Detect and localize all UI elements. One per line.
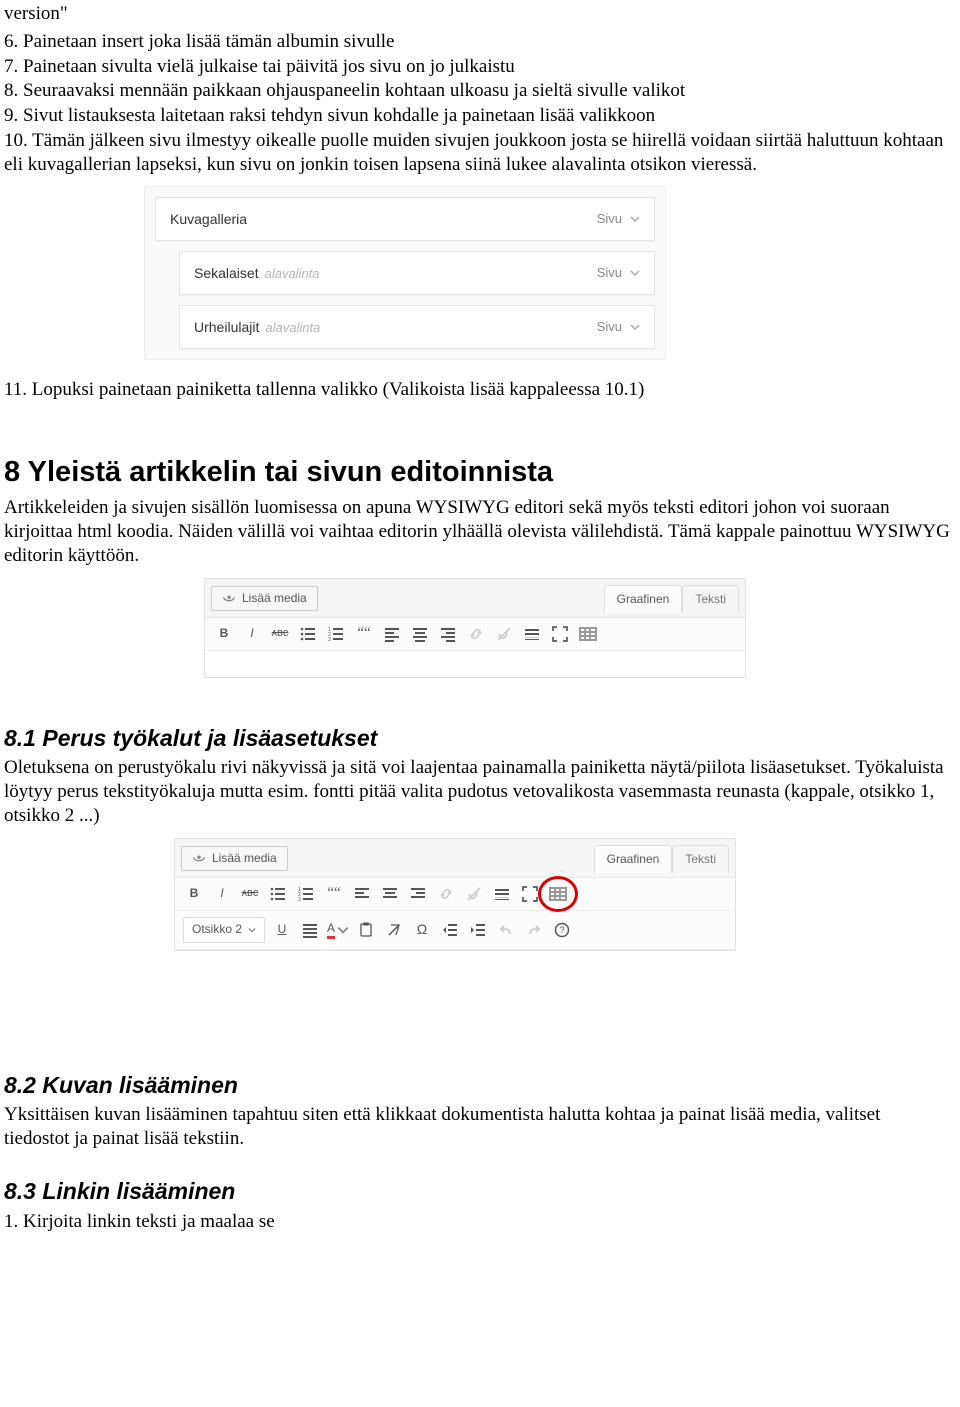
menu-item-row[interactable]: Urheilulajit alavalinta Sivu bbox=[179, 305, 655, 349]
menu-item-name: Urheilulajit bbox=[194, 319, 259, 337]
indent-button[interactable] bbox=[467, 920, 489, 940]
menu-item-name: Kuvagalleria bbox=[170, 211, 247, 229]
redo-button[interactable] bbox=[523, 920, 545, 940]
chevron-down-icon bbox=[630, 322, 640, 332]
svg-text:3: 3 bbox=[298, 897, 301, 902]
more-button[interactable] bbox=[491, 884, 513, 904]
align-center-button[interactable] bbox=[409, 624, 431, 644]
add-media-label: Lisää media bbox=[212, 851, 277, 866]
italic-button[interactable]: I bbox=[211, 884, 233, 904]
chevron-down-icon bbox=[630, 268, 640, 278]
heading-8-1: 8.1 Perus työkalut ja lisäasetukset bbox=[4, 724, 950, 753]
paragraph: Yksittäisen kuvan lisääminen tapahtuu si… bbox=[4, 1103, 950, 1151]
unlink-button[interactable] bbox=[463, 884, 485, 904]
ol-button[interactable]: 123 bbox=[325, 624, 347, 644]
align-center-button[interactable] bbox=[379, 884, 401, 904]
help-button[interactable]: ? bbox=[551, 920, 573, 940]
type-label: Sivu bbox=[597, 211, 622, 227]
italic-button[interactable]: I bbox=[241, 624, 263, 644]
editor-toolbar: B I ᴀʙᴄ 123 ““ bbox=[205, 618, 745, 651]
fullscreen-button[interactable] bbox=[549, 624, 571, 644]
menu-item-row[interactable]: Sekalaiset alavalinta Sivu bbox=[179, 251, 655, 295]
editor-toolbar-row2: Otsikko 2 U A Ω ? bbox=[175, 911, 735, 950]
strike-button[interactable]: ᴀʙᴄ bbox=[239, 884, 261, 904]
svg-text:?: ? bbox=[560, 925, 565, 935]
unlink-button[interactable] bbox=[493, 624, 515, 644]
editor-screenshot: Lisää media Graafinen Teksti B I ᴀʙᴄ 123… bbox=[204, 578, 746, 678]
menu-item-type[interactable]: Sivu bbox=[597, 265, 640, 281]
strike-button[interactable]: ᴀʙᴄ bbox=[269, 624, 291, 644]
tab-text[interactable]: Teksti bbox=[682, 585, 739, 613]
align-left-button[interactable] bbox=[351, 884, 373, 904]
grid-icon bbox=[579, 627, 597, 641]
link-button[interactable] bbox=[465, 624, 487, 644]
clear-format-button[interactable] bbox=[383, 920, 405, 940]
list-item: 7. Painetaan sivulta vielä julkaise tai … bbox=[4, 55, 950, 79]
align-right-button[interactable] bbox=[437, 624, 459, 644]
heading-8-2: 8.2 Kuvan lisääminen bbox=[4, 1071, 950, 1100]
align-right-button[interactable] bbox=[407, 884, 429, 904]
menu-item-row[interactable]: Kuvagalleria Sivu bbox=[155, 197, 655, 241]
paste-text-button[interactable] bbox=[355, 920, 377, 940]
justify-button[interactable] bbox=[299, 920, 321, 940]
menu-item-type[interactable]: Sivu bbox=[597, 319, 640, 335]
menu-item-subtype: alavalinta bbox=[265, 320, 320, 336]
underline-button[interactable]: U bbox=[271, 920, 293, 940]
list-item: 10. Tämän jälkeen sivu ilmestyy oikealle… bbox=[4, 129, 950, 177]
add-media-label: Lisää media bbox=[242, 591, 307, 606]
svg-text:3: 3 bbox=[328, 637, 331, 642]
type-label: Sivu bbox=[597, 265, 622, 281]
paragraph: Artikkeleiden ja sivujen sisällön luomis… bbox=[4, 496, 950, 567]
ul-button[interactable] bbox=[297, 624, 319, 644]
text-color-button[interactable]: A bbox=[327, 920, 349, 940]
type-label: Sivu bbox=[597, 319, 622, 335]
list-item: 9. Sivut listauksesta laitetaan raksi te… bbox=[4, 104, 950, 128]
heading-8-3: 8.3 Linkin lisääminen bbox=[4, 1177, 950, 1206]
editor-canvas[interactable] bbox=[205, 651, 745, 677]
heading-8: 8 Yleistä artikkelin tai sivun editoinni… bbox=[4, 454, 950, 490]
tab-visual[interactable]: Graafinen bbox=[594, 845, 673, 873]
list-item: 11. Lopuksi painetaan painiketta tallenn… bbox=[4, 378, 950, 402]
bold-button[interactable]: B bbox=[183, 884, 205, 904]
editor-toolbar-row1: B I ᴀʙᴄ 123 ““ bbox=[175, 878, 735, 911]
more-button[interactable] bbox=[521, 624, 543, 644]
chevron-down-icon bbox=[337, 922, 349, 938]
media-icon bbox=[222, 592, 236, 606]
tab-visual[interactable]: Graafinen bbox=[604, 585, 683, 613]
special-char-button[interactable]: Ω bbox=[411, 920, 433, 940]
bold-button[interactable]: B bbox=[213, 624, 235, 644]
editor-screenshot-expanded: Lisää media Graafinen Teksti B I ᴀʙᴄ 123… bbox=[174, 838, 736, 951]
quote-button[interactable]: ““ bbox=[323, 884, 345, 904]
menu-item-type[interactable]: Sivu bbox=[597, 211, 640, 227]
format-select[interactable]: Otsikko 2 bbox=[183, 917, 265, 943]
list-item: 6. Painetaan insert joka lisää tämän alb… bbox=[4, 30, 950, 54]
toolbar-toggle-button[interactable] bbox=[547, 884, 569, 904]
media-icon bbox=[192, 852, 206, 866]
align-left-button[interactable] bbox=[381, 624, 403, 644]
list-item: 1. Kirjoita linkin teksti ja maalaa se bbox=[4, 1210, 950, 1234]
ol-button[interactable]: 123 bbox=[295, 884, 317, 904]
toolbar-toggle-button[interactable] bbox=[577, 624, 599, 644]
chevron-down-icon bbox=[248, 926, 256, 934]
ul-button[interactable] bbox=[267, 884, 289, 904]
text-fragment: version" bbox=[4, 2, 950, 26]
list-item: 8. Seuraavaksi mennään paikkaan ohjauspa… bbox=[4, 79, 950, 103]
undo-button[interactable] bbox=[495, 920, 517, 940]
link-button[interactable] bbox=[435, 884, 457, 904]
tab-text[interactable]: Teksti bbox=[672, 845, 729, 873]
quote-button[interactable]: ““ bbox=[353, 624, 375, 644]
grid-icon bbox=[549, 887, 567, 901]
menu-items-panel: Kuvagalleria Sivu Sekalaiset alavalinta … bbox=[144, 186, 666, 360]
menu-item-subtype: alavalinta bbox=[265, 266, 320, 282]
chevron-down-icon bbox=[630, 214, 640, 224]
add-media-button[interactable]: Lisää media bbox=[211, 586, 318, 611]
format-select-value: Otsikko 2 bbox=[192, 922, 242, 937]
paragraph: Oletuksena on perustyökalu rivi näkyviss… bbox=[4, 756, 950, 827]
add-media-button[interactable]: Lisää media bbox=[181, 846, 288, 871]
outdent-button[interactable] bbox=[439, 920, 461, 940]
menu-item-name: Sekalaiset bbox=[194, 265, 259, 283]
